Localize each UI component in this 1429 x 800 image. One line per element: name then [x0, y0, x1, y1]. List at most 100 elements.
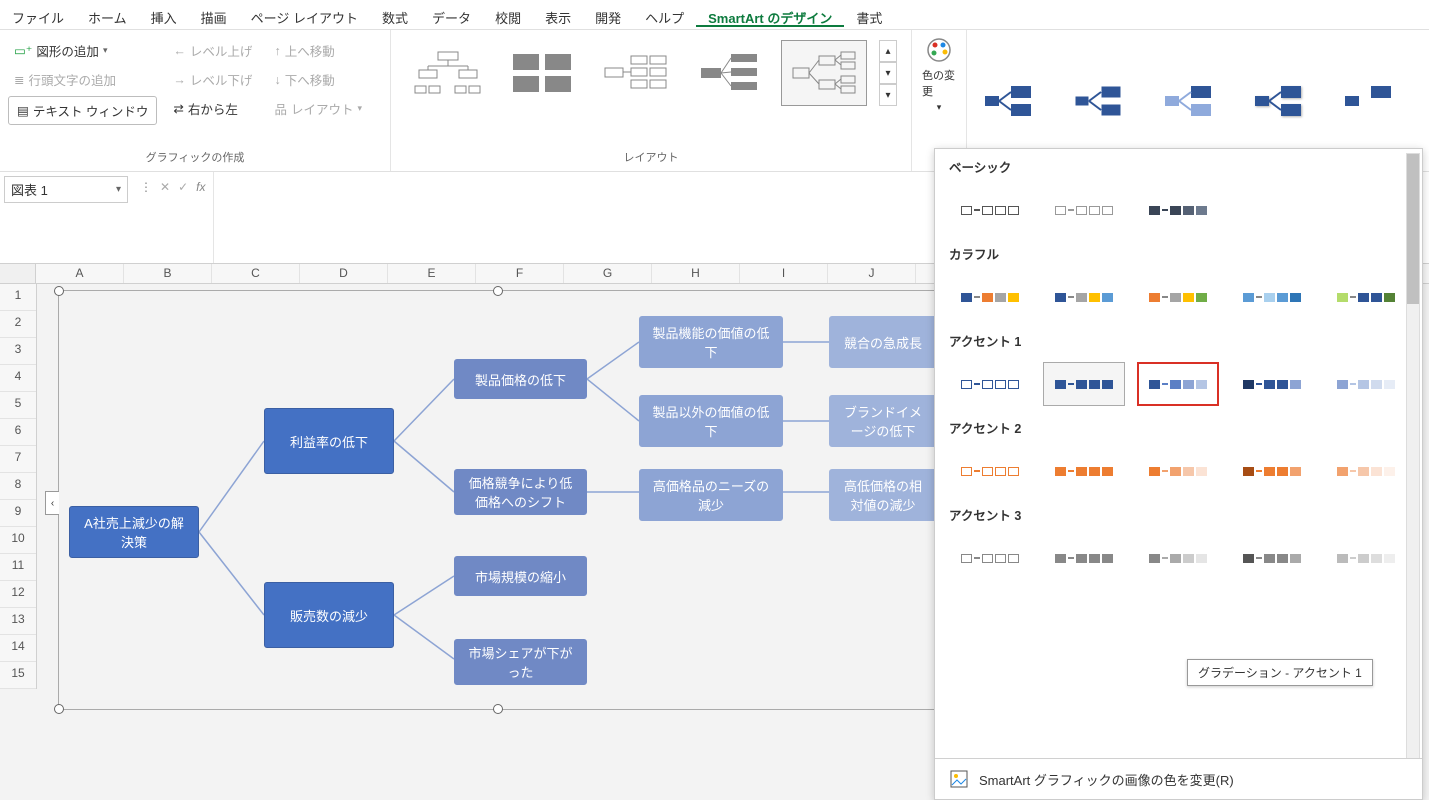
col-C[interactable]: C	[212, 264, 300, 283]
col-E[interactable]: E	[388, 264, 476, 283]
menu-developer[interactable]: 開発	[583, 2, 633, 27]
swatch-accent3-1[interactable]	[949, 536, 1031, 580]
col-F[interactable]: F	[476, 264, 564, 283]
menu-pagelayout[interactable]: ページ レイアウト	[239, 2, 370, 27]
cancel-icon[interactable]: ✕	[160, 180, 170, 194]
layout-scroll-more[interactable]: ▾	[879, 84, 897, 106]
style-option-4[interactable]	[1251, 80, 1325, 122]
scrollbar-thumb[interactable]	[1407, 154, 1419, 304]
menu-review[interactable]: 校閲	[483, 2, 533, 27]
swatch-basic-1[interactable]	[949, 188, 1031, 232]
swatch-accent1-3-hovered[interactable]	[1137, 362, 1219, 406]
smartart-n2[interactable]: 販売数の減少	[264, 582, 394, 648]
row-4[interactable]: 4	[0, 365, 36, 392]
row-1[interactable]: 1	[0, 284, 36, 311]
row-8[interactable]: 8	[0, 473, 36, 500]
menu-home[interactable]: ホーム	[76, 2, 139, 27]
layout-scroll-up[interactable]: ▴	[879, 40, 897, 62]
swatch-colorful-2[interactable]	[1043, 275, 1125, 319]
col-H[interactable]: H	[652, 264, 740, 283]
style-option-3[interactable]	[1161, 80, 1235, 122]
swatch-accent3-3[interactable]	[1137, 536, 1219, 580]
text-pane-button[interactable]: ▤ テキスト ウィンドウ	[8, 96, 157, 125]
swatch-accent2-3[interactable]	[1137, 449, 1219, 493]
row-2[interactable]: 2	[0, 311, 36, 338]
name-box[interactable]: 図表 1 ▾	[4, 176, 128, 203]
menu-insert[interactable]: 挿入	[139, 2, 189, 27]
resize-handle-n[interactable]	[493, 286, 503, 296]
fx-icon[interactable]: fx	[196, 180, 205, 194]
smartart-n1a[interactable]: 製品価格の低下	[454, 359, 587, 399]
swatch-colorful-1[interactable]	[949, 275, 1031, 319]
row-3[interactable]: 3	[0, 338, 36, 365]
text-pane-toggle[interactable]: ‹	[45, 491, 59, 515]
swatch-accent1-1[interactable]	[949, 362, 1031, 406]
row-9[interactable]: 9	[0, 500, 36, 527]
swatch-accent2-5[interactable]	[1325, 449, 1407, 493]
swatch-colorful-5[interactable]	[1325, 275, 1407, 319]
smartart-n1b[interactable]: 価格競争により低価格へのシフト	[454, 469, 587, 515]
resize-handle-s[interactable]	[493, 704, 503, 714]
swatch-accent3-2[interactable]	[1043, 536, 1125, 580]
col-B[interactable]: B	[124, 264, 212, 283]
smartart-n1[interactable]: 利益率の低下	[264, 408, 394, 474]
resize-handle-nw[interactable]	[54, 286, 64, 296]
layout-option-1[interactable]	[405, 40, 491, 106]
style-option-5[interactable]	[1341, 80, 1415, 122]
smartart-frame[interactable]: ‹ A社売上減少の解決策 利益率の低下 販売数の減少 製品価格の低下 価格競争に…	[58, 290, 938, 710]
col-D[interactable]: D	[300, 264, 388, 283]
style-option-2[interactable]	[1071, 80, 1145, 122]
smartart-n2b[interactable]: 市場シェアが下がった	[454, 639, 587, 685]
layout-option-4[interactable]	[687, 40, 773, 106]
history-icon[interactable]: ⋮	[140, 180, 152, 194]
row-13[interactable]: 13	[0, 608, 36, 635]
swatch-accent2-2[interactable]	[1043, 449, 1125, 493]
smartart-n2a[interactable]: 市場規模の縮小	[454, 556, 587, 596]
row-6[interactable]: 6	[0, 419, 36, 446]
row-10[interactable]: 10	[0, 527, 36, 554]
swatch-colorful-3[interactable]	[1137, 275, 1219, 319]
swatch-accent3-5[interactable]	[1325, 536, 1407, 580]
menu-draw[interactable]: 描画	[189, 2, 239, 27]
swatch-accent2-4[interactable]	[1231, 449, 1313, 493]
col-I[interactable]: I	[740, 264, 828, 283]
swatch-accent1-2[interactable]	[1043, 362, 1125, 406]
style-option-1[interactable]	[981, 80, 1055, 122]
menu-file[interactable]: ファイル	[0, 2, 76, 27]
smartart-n1a2[interactable]: 製品以外の価値の低下	[639, 395, 783, 447]
resize-handle-sw[interactable]	[54, 704, 64, 714]
row-12[interactable]: 12	[0, 581, 36, 608]
row-11[interactable]: 11	[0, 554, 36, 581]
layout-option-3[interactable]	[593, 40, 679, 106]
dropdown-footer[interactable]: SmartArt グラフィックの画像の色を変更(R)	[935, 758, 1422, 799]
col-G[interactable]: G	[564, 264, 652, 283]
swatch-basic-3[interactable]	[1137, 188, 1219, 232]
row-14[interactable]: 14	[0, 635, 36, 662]
col-A[interactable]: A	[36, 264, 124, 283]
menu-data[interactable]: データ	[420, 2, 483, 27]
menu-view[interactable]: 表示	[533, 2, 583, 27]
col-J[interactable]: J	[828, 264, 916, 283]
smartart-n1b1r[interactable]: 高低価格の相対値の減少	[829, 469, 937, 521]
select-all-corner[interactable]	[0, 264, 36, 283]
swatch-colorful-4[interactable]	[1231, 275, 1313, 319]
menu-format[interactable]: 書式	[844, 2, 894, 27]
row-7[interactable]: 7	[0, 446, 36, 473]
row-5[interactable]: 5	[0, 392, 36, 419]
dropdown-scrollbar[interactable]	[1406, 153, 1420, 759]
smartart-root[interactable]: A社売上減少の解決策	[69, 506, 199, 558]
smartart-n1b1[interactable]: 高価格品のニーズの減少	[639, 469, 783, 521]
row-15[interactable]: 15	[0, 662, 36, 689]
swatch-basic-2[interactable]	[1043, 188, 1125, 232]
smartart-n1a1[interactable]: 製品機能の価値の低下	[639, 316, 783, 368]
swatch-accent3-4[interactable]	[1231, 536, 1313, 580]
layout-option-5-selected[interactable]	[781, 40, 867, 106]
add-shape-button[interactable]: ▭⁺ 図形の追加 ▾	[8, 38, 157, 63]
chevron-down-icon[interactable]: ▾	[116, 184, 121, 195]
menu-help[interactable]: ヘルプ	[633, 2, 696, 27]
swatch-accent2-1[interactable]	[949, 449, 1031, 493]
menu-smartart-design[interactable]: SmartArt のデザイン	[696, 2, 844, 27]
confirm-icon[interactable]: ✓	[178, 180, 188, 194]
layout-option-2[interactable]	[499, 40, 585, 106]
rtl-button[interactable]: ⇄ 右から左	[167, 96, 258, 121]
